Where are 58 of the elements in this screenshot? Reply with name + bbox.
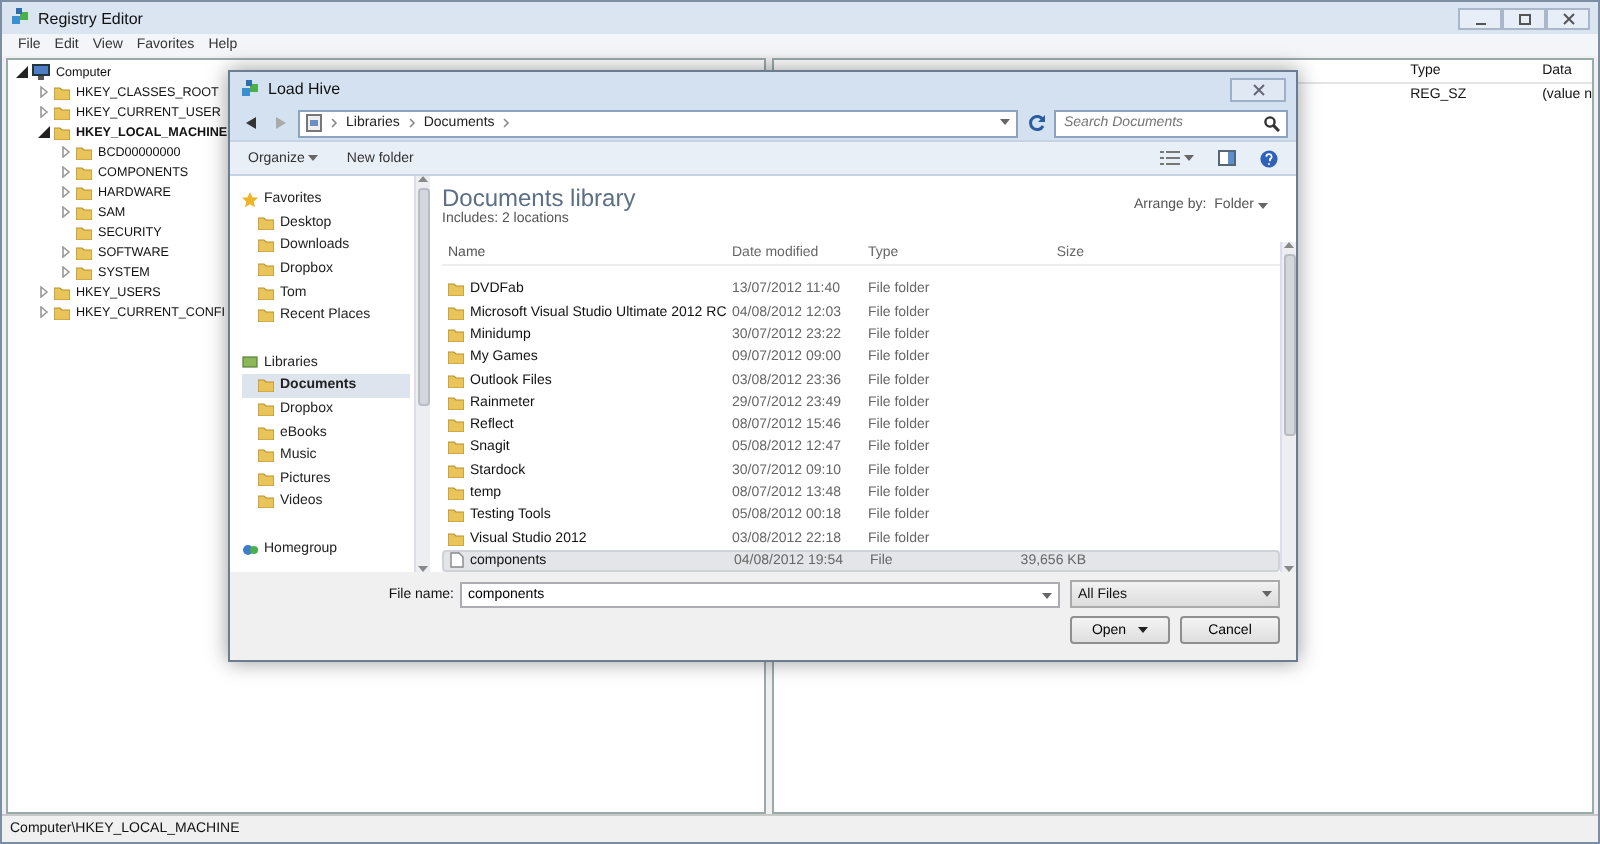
collapse-arrow-icon[interactable]	[38, 126, 50, 138]
window-title: Registry Editor	[38, 9, 143, 27]
scroll-up-arrow-icon	[418, 176, 428, 182]
expand-arrow-icon[interactable]	[60, 146, 72, 158]
back-arrow-icon	[243, 116, 257, 130]
computer-icon	[32, 64, 50, 80]
expand-arrow-icon[interactable]	[38, 306, 50, 318]
caret-icon	[1184, 154, 1194, 162]
caret-icon	[308, 154, 319, 162]
star-icon	[242, 191, 258, 208]
expand-arrow-icon[interactable]	[38, 286, 50, 298]
view-list-icon	[1160, 150, 1180, 166]
dropdown-caret-icon	[1000, 118, 1010, 126]
expand-arrow-icon[interactable]	[38, 86, 50, 98]
caret-icon	[1258, 201, 1268, 209]
close-icon	[1251, 83, 1265, 95]
view-options-button[interactable]	[1160, 150, 1194, 166]
library-icon	[242, 354, 258, 371]
split-caret-icon	[1138, 626, 1149, 634]
minimize-button[interactable]	[1458, 7, 1502, 29]
library-icon	[306, 114, 322, 132]
scroll-thumb[interactable]	[1283, 254, 1295, 436]
preview-pane-icon	[1218, 150, 1236, 166]
expand-arrow-icon[interactable]	[60, 246, 72, 258]
refresh-button[interactable]	[1024, 111, 1048, 135]
close-button[interactable]	[1546, 7, 1590, 29]
expand-arrow-icon[interactable]	[60, 266, 72, 278]
chevron-icon	[330, 118, 338, 128]
expand-arrow-icon[interactable]	[38, 106, 50, 118]
maximize-button[interactable]	[1502, 7, 1546, 29]
dialog-title: Load Hive	[268, 80, 341, 98]
collapse-arrow-icon[interactable]	[16, 66, 28, 78]
close-button[interactable]	[1230, 77, 1286, 101]
maximize-icon	[1515, 11, 1533, 25]
expand-arrow-icon[interactable]	[60, 166, 72, 178]
preview-pane-button[interactable]	[1218, 150, 1236, 166]
help-button[interactable]	[1260, 149, 1278, 167]
help-icon	[1260, 149, 1278, 167]
chevron-icon	[407, 118, 416, 128]
library-title: Documents library	[442, 184, 636, 212]
scroll-up-arrow-icon	[1284, 242, 1294, 248]
caret-icon	[1262, 590, 1272, 598]
scroll-down-arrow-icon	[1284, 566, 1294, 572]
search-icon	[1264, 115, 1280, 131]
dropdown-caret-icon	[1042, 591, 1052, 599]
forward-arrow-icon	[273, 116, 287, 130]
refresh-icon	[1027, 114, 1045, 132]
chevron-icon	[502, 118, 511, 128]
file-list-scrollbar[interactable]	[1280, 242, 1296, 572]
registry-app-icon	[10, 8, 30, 28]
close-icon	[1559, 11, 1577, 25]
registry-app-icon	[240, 79, 260, 99]
navigation-scrollbar[interactable]	[414, 176, 430, 572]
network-icon	[242, 541, 258, 558]
scroll-thumb[interactable]	[417, 188, 429, 406]
scroll-down-arrow-icon	[418, 566, 428, 572]
expand-arrow-icon[interactable]	[60, 206, 72, 218]
expand-arrow-icon[interactable]	[60, 186, 72, 198]
